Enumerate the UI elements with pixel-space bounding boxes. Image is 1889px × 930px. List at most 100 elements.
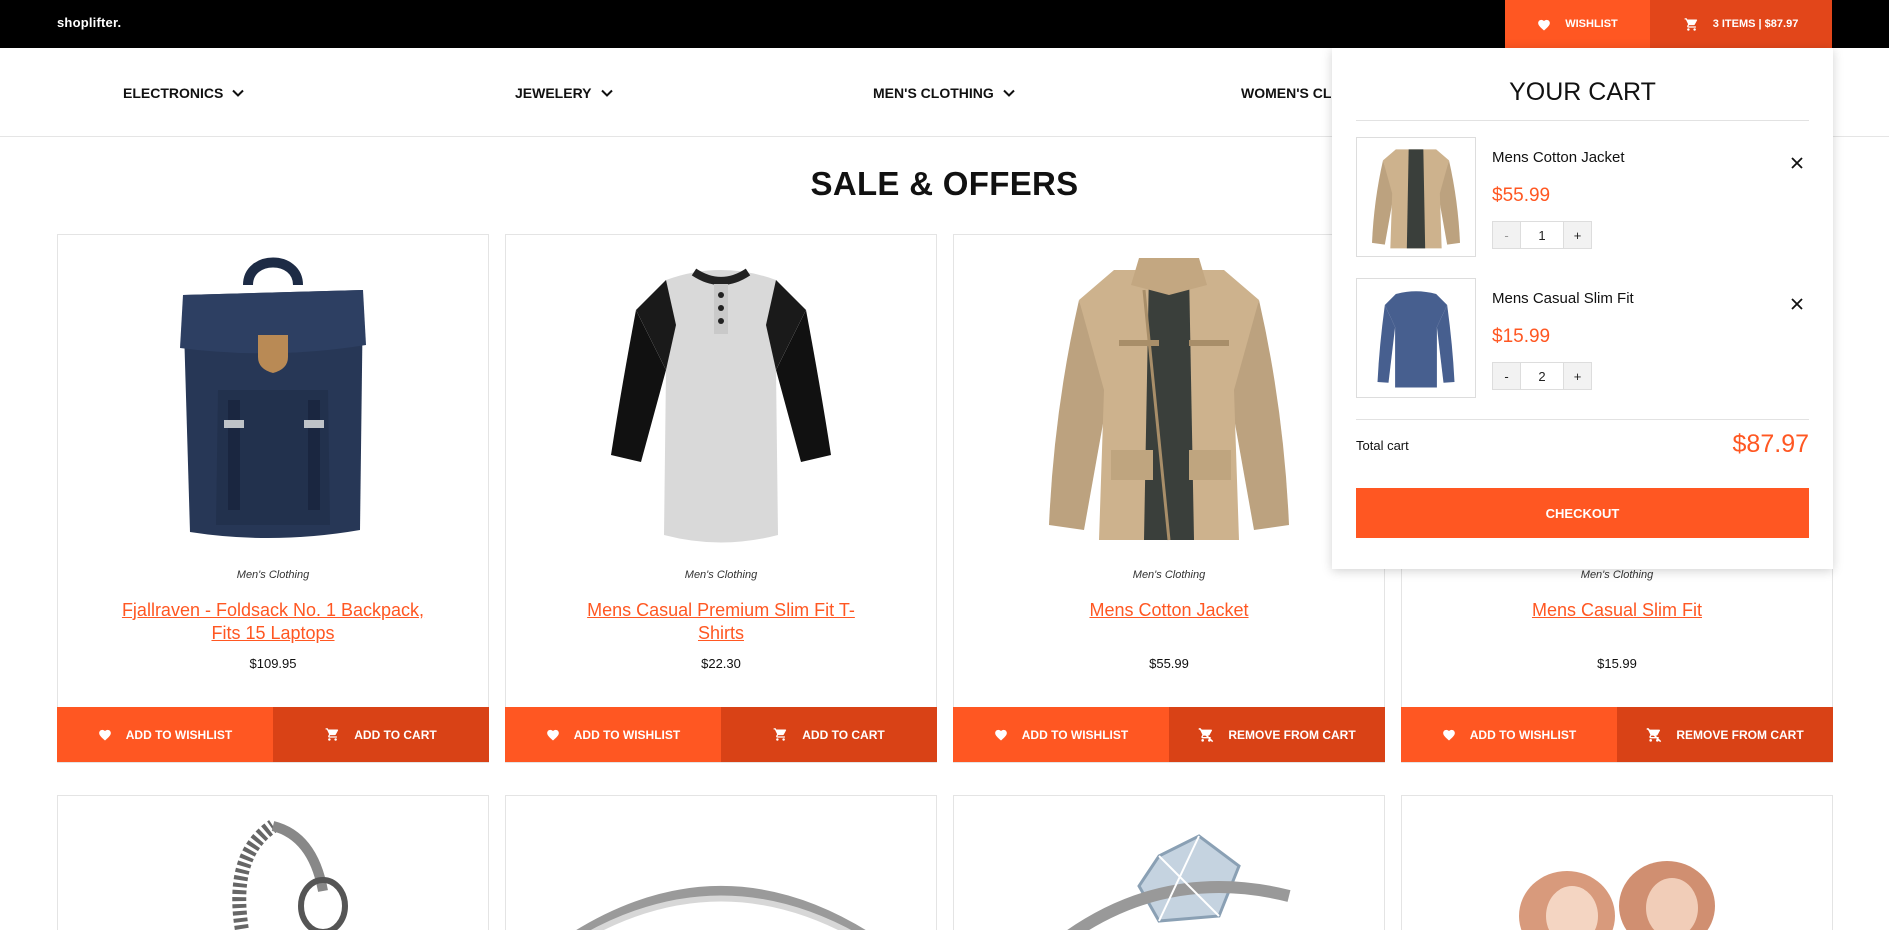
cart-item-image[interactable] <box>1356 137 1476 257</box>
add-to-wishlist-button[interactable]: ADD TO WISHLIST <box>57 707 273 762</box>
product-image[interactable] <box>58 796 488 930</box>
remove-item-button[interactable] <box>1785 151 1809 175</box>
add-to-cart-button[interactable]: ADD TO CART <box>721 707 937 762</box>
diamond-ring-image <box>1067 834 1291 930</box>
product-actions: ADD TO WISHLIST ADD TO CART <box>505 707 937 762</box>
product-image[interactable] <box>1402 796 1832 930</box>
product-card <box>1401 795 1833 930</box>
cart-icon <box>325 728 339 741</box>
cart-summary-label: 3 ITEMS | $87.97 <box>1712 18 1799 30</box>
product-actions: ADD TO WISHLIST ADD TO CART <box>57 707 489 762</box>
nav-item-label: ELECTRONICS <box>123 85 224 101</box>
product-title[interactable]: Mens Casual Slim Fit <box>1462 599 1772 622</box>
add-to-wishlist-button[interactable]: ADD TO WISHLIST <box>1401 707 1617 762</box>
add-to-wishlist-label: ADD TO WISHLIST <box>573 727 681 742</box>
quantity-value[interactable]: 1 <box>1521 221 1563 249</box>
top-actions: WISHLIST 3 ITEMS | $87.97 <box>1505 0 1832 48</box>
add-to-cart-label: ADD TO CART <box>354 727 437 742</box>
product-price: $55.99 <box>1149 656 1189 671</box>
rose-gold-plugs-image <box>1519 861 1715 930</box>
heart-icon <box>1442 729 1455 741</box>
remove-from-cart-label: REMOVE FROM CART <box>1228 727 1356 742</box>
add-to-wishlist-button[interactable]: ADD TO WISHLIST <box>505 707 721 762</box>
remove-from-cart-button[interactable]: REMOVE FROM CART <box>1617 707 1833 762</box>
increase-quantity-button[interactable]: + <box>1563 362 1592 390</box>
product-card: Men's Clothing Mens Casual Premium Slim … <box>505 234 937 763</box>
cart-item-name[interactable]: Mens Cotton Jacket <box>1492 149 1625 166</box>
wishlist-button[interactable]: WISHLIST <box>1505 0 1650 48</box>
quantity-stepper: - 1 + <box>1492 221 1592 249</box>
logo[interactable]: shoplifter. <box>57 15 121 30</box>
top-bar: shoplifter. WISHLIST 3 ITEMS | $87.97 <box>0 0 1889 48</box>
product-category: Men's Clothing <box>236 569 310 581</box>
product-price: $22.30 <box>701 656 741 671</box>
close-icon <box>1791 157 1803 169</box>
longsleeve-thumbnail <box>1377 291 1455 388</box>
add-to-cart-label: ADD TO CART <box>802 727 885 742</box>
heart-icon <box>1538 19 1551 31</box>
cart-total-label: Total cart <box>1356 438 1409 453</box>
cart-item: Mens Casual Slim Fit $15.99 - 2 + <box>1356 278 1809 398</box>
cart-icon <box>1684 17 1697 31</box>
cart-remove-icon <box>1646 727 1662 742</box>
product-category: Men's Clothing <box>684 569 758 581</box>
product-title[interactable]: Mens Cotton Jacket <box>1014 599 1324 622</box>
ring-image <box>576 886 866 930</box>
product-card <box>953 795 1385 930</box>
product-category: Men's Clothing <box>1580 569 1654 581</box>
nav-item-label: MEN'S CLOTHING <box>873 85 994 101</box>
product-card <box>57 795 489 930</box>
close-icon <box>1791 298 1803 310</box>
product-actions: ADD TO WISHLIST REMOVE FROM CART <box>1401 707 1833 762</box>
chevron-down-icon <box>232 89 245 97</box>
remove-item-button[interactable] <box>1785 292 1809 316</box>
quantity-stepper: - 2 + <box>1492 362 1592 390</box>
quantity-value[interactable]: 2 <box>1521 362 1563 390</box>
product-title[interactable]: Fjallraven - Foldsack No. 1 Backpack, Fi… <box>118 599 428 645</box>
decrease-quantity-button[interactable]: - <box>1492 362 1521 390</box>
cart-item-price: $55.99 <box>1492 185 1551 206</box>
add-to-wishlist-label: ADD TO WISHLIST <box>1469 727 1577 742</box>
cart-item-name[interactable]: Mens Casual Slim Fit <box>1492 290 1634 307</box>
bracelet-image <box>232 820 348 930</box>
product-category: Men's Clothing <box>1132 569 1206 581</box>
nav-item-jewelery[interactable]: JEWELERY <box>515 85 613 101</box>
add-to-wishlist-label: ADD TO WISHLIST <box>1021 727 1129 742</box>
divider <box>1356 419 1809 420</box>
product-actions: ADD TO WISHLIST REMOVE FROM CART <box>953 707 1385 762</box>
nav-item-label: WOMEN'S CLO <box>1241 85 1343 101</box>
cart-item-price: $15.99 <box>1492 326 1551 347</box>
product-image[interactable] <box>506 235 936 565</box>
add-to-wishlist-button[interactable]: ADD TO WISHLIST <box>953 707 1169 762</box>
jacket-image <box>1049 258 1289 541</box>
cart-dropdown: YOUR CART Mens Cotton Jacket $55.99 - 1 … <box>1332 48 1833 569</box>
product-title[interactable]: Mens Casual Premium Slim Fit T-Shirts <box>566 599 876 645</box>
chevron-down-icon <box>1003 89 1015 97</box>
remove-from-cart-label: REMOVE FROM CART <box>1676 727 1804 742</box>
backpack-image <box>180 257 366 539</box>
nav-item-label: JEWELERY <box>515 85 592 101</box>
add-to-wishlist-label: ADD TO WISHLIST <box>125 727 233 742</box>
cart-title: YOUR CART <box>1509 78 1656 106</box>
decrease-quantity-button[interactable]: - <box>1492 221 1521 249</box>
product-image[interactable] <box>954 796 1384 930</box>
product-card <box>505 795 937 930</box>
wishlist-label: WISHLIST <box>1565 18 1618 30</box>
nav-item-mens-clothing[interactable]: MEN'S CLOTHING <box>873 85 1015 101</box>
checkout-button[interactable]: CHECKOUT <box>1356 488 1809 538</box>
nav-item-electronics[interactable]: ELECTRONICS <box>123 85 245 101</box>
cart-item: Mens Cotton Jacket $55.99 - 1 + <box>1356 137 1809 257</box>
product-card: Men's Clothing Fjallraven - Foldsack No.… <box>57 234 489 763</box>
product-image[interactable] <box>506 796 936 930</box>
increase-quantity-button[interactable]: + <box>1563 221 1592 249</box>
heart-icon <box>98 729 111 741</box>
nav-item-womens-clothing[interactable]: WOMEN'S CLO <box>1241 85 1342 101</box>
remove-from-cart-button[interactable]: REMOVE FROM CART <box>1169 707 1385 762</box>
product-image[interactable] <box>954 235 1384 565</box>
cart-item-image[interactable] <box>1356 278 1476 398</box>
cart-icon <box>773 728 787 741</box>
cart-button[interactable]: 3 ITEMS | $87.97 <box>1650 0 1832 48</box>
product-card: Men's Clothing Mens Cotton Jacket $55.99… <box>953 234 1385 763</box>
product-image[interactable] <box>58 235 488 565</box>
add-to-cart-button[interactable]: ADD TO CART <box>273 707 489 762</box>
